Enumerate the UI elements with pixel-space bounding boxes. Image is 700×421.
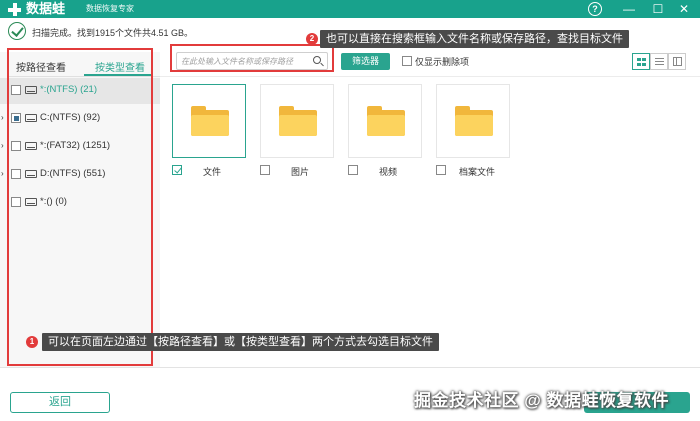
expand-arrow-icon[interactable]: › bbox=[1, 141, 4, 150]
grid-view-button[interactable] bbox=[632, 53, 650, 70]
help-icon[interactable]: ? bbox=[588, 2, 602, 16]
detail-view-icon bbox=[673, 57, 682, 66]
maximize-icon[interactable]: ☐ bbox=[651, 2, 665, 16]
deleted-only-label: 仅显示删除项 bbox=[415, 57, 470, 67]
expand-arrow-icon[interactable]: › bbox=[1, 113, 4, 122]
app-name: 数据蛙 bbox=[26, 1, 66, 16]
file-type-label: 图片 bbox=[291, 167, 310, 177]
callout-number: 2 bbox=[306, 33, 318, 45]
back-button[interactable]: 返回 bbox=[10, 392, 110, 413]
callout-number: 1 bbox=[26, 336, 38, 348]
file-type-tile[interactable] bbox=[436, 84, 510, 158]
title-bar: 数据蛙 数据恢复专家 ? — ☐ ✕ bbox=[0, 0, 700, 18]
callout-left-panel-tip: 可以在页面左边通过【按路径查看】或【按类型查看】两个方式去勾选目标文件 bbox=[42, 333, 439, 351]
file-type-label: 视频 bbox=[379, 167, 398, 177]
callout-search-tip: 也可以直接在搜索框输入文件名称或保存路径，查找目标文件 bbox=[320, 30, 629, 48]
list-view-icon bbox=[655, 58, 664, 66]
file-type-label: 档案文件 bbox=[459, 167, 496, 177]
file-type-label: 文件 bbox=[203, 167, 222, 177]
content-divider bbox=[160, 76, 700, 77]
deleted-only-checkbox[interactable] bbox=[402, 56, 412, 66]
detail-view-button[interactable] bbox=[668, 53, 686, 70]
filter-button[interactable]: 筛选器 bbox=[341, 53, 390, 70]
folder-icon bbox=[455, 106, 493, 136]
file-type-checkbox[interactable] bbox=[436, 165, 446, 175]
expand-arrow-icon[interactable]: › bbox=[1, 169, 4, 178]
file-type-checkbox[interactable] bbox=[172, 165, 182, 175]
file-type-tile[interactable] bbox=[260, 84, 334, 158]
watermark: 掘金技术社区 @ 数据蛙恢复软件 bbox=[414, 391, 670, 410]
folder-icon bbox=[279, 106, 317, 136]
folder-icon bbox=[367, 106, 405, 136]
folder-icon bbox=[191, 106, 229, 136]
grid-view-icon bbox=[637, 58, 646, 66]
list-view-button[interactable] bbox=[650, 53, 668, 70]
search-box-highlight bbox=[170, 44, 334, 72]
file-type-tile[interactable] bbox=[348, 84, 422, 158]
app-subtitle: 数据恢复专家 bbox=[86, 4, 134, 13]
file-type-checkbox[interactable] bbox=[260, 165, 270, 175]
logo-plus-icon bbox=[8, 3, 21, 16]
bottom-divider bbox=[0, 367, 700, 368]
scan-status-text: 扫描完成。找到1915个文件共4.51 GB。 bbox=[32, 28, 194, 38]
file-type-tile[interactable] bbox=[172, 84, 246, 158]
minimize-icon[interactable]: — bbox=[622, 2, 636, 16]
file-type-checkbox[interactable] bbox=[348, 165, 358, 175]
app-window: 数据蛙 数据恢复专家 ? — ☐ ✕ 扫描完成。找到1915个文件共4.51 G… bbox=[0, 0, 700, 421]
check-circle-icon bbox=[8, 22, 26, 40]
close-icon[interactable]: ✕ bbox=[677, 2, 691, 16]
left-panel-highlight bbox=[7, 48, 153, 366]
